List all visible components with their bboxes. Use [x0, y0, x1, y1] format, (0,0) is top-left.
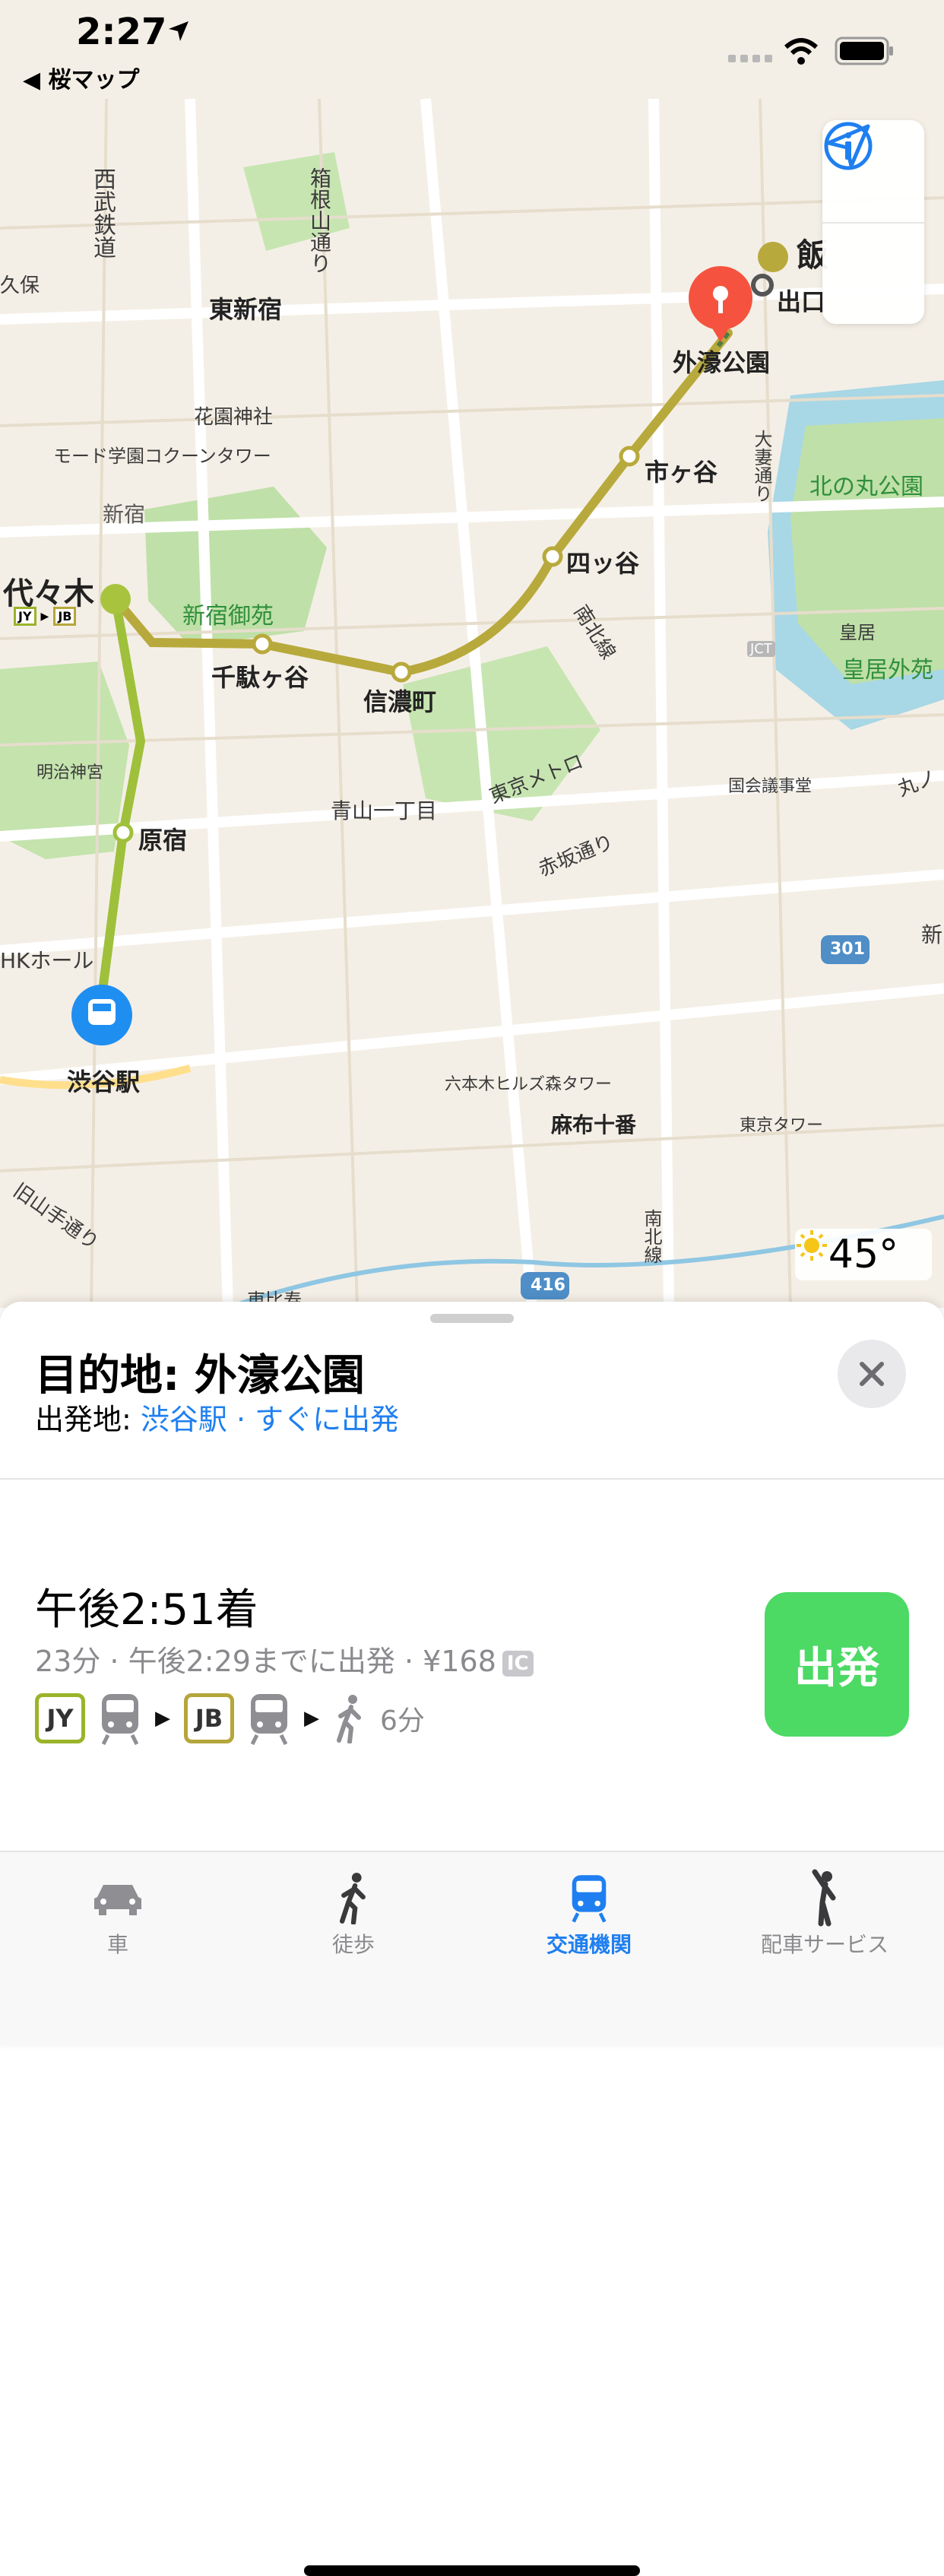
map-label: 四ッ谷	[566, 549, 640, 578]
directions-sheet: 目的地: 外濠公園 出発地: 渋谷駅 · すぐに出発 午後2:51着 23分 ·…	[0, 1302, 944, 2576]
arrival-time: 午後2:51着	[35, 1585, 258, 1635]
map-label: 新宿	[103, 502, 146, 527]
highway-number: 301	[830, 940, 865, 959]
map-label: 六本木ヒルズ森タワー	[445, 1075, 613, 1094]
tab-transit-label: 交通機関	[546, 1932, 632, 1957]
wifi-icon	[784, 38, 819, 65]
tab-rideshare-label: 配車サービス	[760, 1932, 889, 1957]
jct-label: JCT	[747, 641, 775, 657]
train-icon	[101, 1694, 139, 1746]
origin-label: 出発地:	[35, 1403, 141, 1436]
jb-badge-small: JB	[53, 607, 77, 626]
close-button[interactable]	[838, 1340, 906, 1408]
step-arrow-icon: ▶	[155, 1707, 170, 1730]
map-label-destination: 外濠公園	[673, 348, 771, 377]
origin-separator: ·	[226, 1403, 255, 1436]
map-label: 新	[921, 922, 943, 947]
highway-number: 416	[531, 1276, 565, 1295]
train-icon	[250, 1694, 288, 1746]
walk-icon	[339, 1873, 366, 1924]
map-label: 信濃町	[363, 687, 437, 716]
map-label: 西武鉄道	[89, 167, 116, 259]
chevron-right-icon: ▶	[40, 610, 49, 623]
stop-yotsuya[interactable]	[542, 546, 563, 567]
depart-time-link[interactable]: すぐに出発	[255, 1403, 399, 1436]
map-label: 原宿	[138, 826, 188, 855]
map-label: 皇居外苑	[842, 657, 933, 684]
walk-duration: 6分	[380, 1705, 425, 1737]
locate-me-button[interactable]	[822, 124, 924, 325]
jb-line-badge: JB	[184, 1693, 234, 1743]
map-label: 千駄ヶ谷	[211, 663, 309, 692]
origin-pin[interactable]	[71, 985, 132, 1045]
rideshare-icon	[812, 1869, 836, 1927]
map-label: 東京タワー	[740, 1116, 824, 1135]
walk-icon	[337, 1695, 361, 1743]
map-label: 久保	[0, 274, 40, 297]
map-label: 青山一丁目	[331, 798, 438, 823]
map-label: 市ヶ谷	[645, 458, 718, 487]
status-time: 2:27	[76, 11, 167, 53]
map-view[interactable]: 西武鉄道 箱根山通り 東新宿 花園神社 モード学園コクーンタワー 新宿 代々木 …	[0, 0, 944, 1308]
step-arrow-icon: ▶	[304, 1707, 319, 1730]
weather-temperature: 45°	[828, 1232, 899, 1277]
origin-line: 出発地: 渋谷駅 · すぐに出発	[35, 1396, 399, 1438]
map-label: 北の丸公園	[809, 474, 923, 500]
divider	[0, 1478, 944, 1480]
jy-line-badge: JY	[35, 1693, 85, 1743]
sheet-grabber[interactable]	[430, 1314, 514, 1323]
tab-transit[interactable]: 交通機関	[490, 1867, 688, 1959]
stop-iidabashi[interactable]	[758, 242, 788, 272]
map-label: 新宿御苑	[182, 603, 274, 630]
stop-yoyogi[interactable]	[100, 584, 131, 614]
destination-title: 目的地: 外濠公園	[35, 1351, 365, 1401]
origin-station-link[interactable]: 渋谷駅	[141, 1403, 227, 1436]
map-label: 麻布十番	[551, 1112, 637, 1137]
map-label: 明治神宮	[36, 763, 104, 782]
location-arrow-icon	[826, 124, 870, 168]
home-indicator[interactable]	[304, 2565, 640, 2576]
map-label: 出口	[777, 287, 826, 316]
map-label: 南北線	[641, 1209, 662, 1264]
map-label-origin: 渋谷駅	[67, 1068, 141, 1096]
map-label: 花園神社	[194, 406, 274, 429]
map-label: 東新宿	[209, 295, 283, 324]
map-label: 皇居	[839, 622, 876, 643]
map-label: 国会議事堂	[728, 777, 813, 796]
transit-icon	[572, 1875, 607, 1923]
weather-badge: 45°	[795, 1229, 932, 1280]
route-steps: JY ▶ JB ▶ 6分	[35, 1688, 425, 1749]
stop-sendagaya[interactable]	[252, 633, 273, 655]
route-details: 23分 · 午後2:29までに出発 · ¥168 IC	[35, 1638, 534, 1680]
tab-car[interactable]: 車	[19, 1867, 217, 1959]
route-summary: 23分 · 午後2:29までに出発 · ¥168	[35, 1645, 496, 1678]
tab-rideshare[interactable]: 配車サービス	[726, 1867, 923, 1959]
close-icon	[860, 1362, 884, 1386]
tab-walk-label: 徒歩	[331, 1932, 375, 1957]
stop-shinanomachi[interactable]	[391, 661, 412, 683]
battery-icon	[835, 36, 893, 65]
map-label: モード学園コクーンタワー	[53, 446, 271, 467]
sun-icon	[797, 1230, 827, 1261]
signal-icon	[728, 55, 772, 62]
map-label: HKホール	[0, 948, 94, 973]
jy-badge-small: JY	[14, 607, 36, 626]
back-to-app[interactable]: ◀ 桜マップ	[23, 61, 140, 94]
location-arrow-icon	[169, 21, 188, 41]
stop-harajuku[interactable]	[112, 822, 134, 843]
tab-walk[interactable]: 徒歩	[255, 1867, 452, 1959]
transport-mode-tabbar: 車 徒歩 交通機関 配車サービス	[0, 1851, 944, 2576]
map-controls	[822, 120, 924, 324]
car-icon	[94, 1885, 141, 1915]
map-label: 大妻通り	[751, 430, 772, 503]
map-label: 箱根山通り	[307, 167, 332, 274]
back-app-label: 桜マップ	[48, 67, 140, 94]
tab-car-label: 車	[106, 1932, 128, 1957]
ic-card-badge: IC	[502, 1650, 534, 1677]
yoyogi-line-badges: JY ▶ JB	[14, 607, 77, 626]
go-button[interactable]: 出発	[765, 1592, 909, 1737]
status-bar: 2:27 ◀ 桜マップ	[0, 0, 944, 99]
stop-ichigaya[interactable]	[619, 446, 640, 467]
